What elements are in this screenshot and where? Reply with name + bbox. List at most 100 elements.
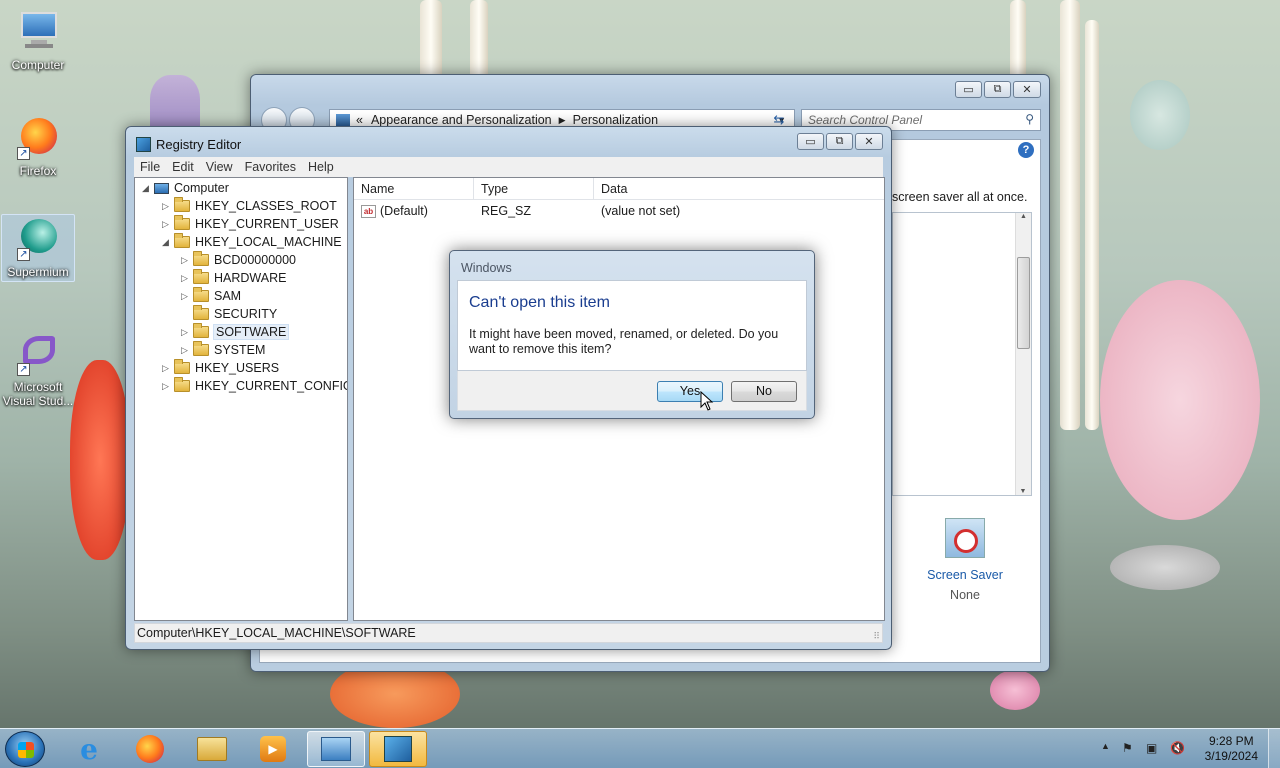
menu-favorites[interactable]: Favorites <box>239 160 302 174</box>
desktop-icon-visual-studio[interactable]: ↗ Microsoft Visual Stud... <box>1 330 75 408</box>
firefox-icon <box>136 735 164 763</box>
close-button[interactable]: ✕ <box>855 133 883 150</box>
taskbar-explorer[interactable] <box>183 731 241 767</box>
taskbar-media-player[interactable]: ▶ <box>244 731 302 767</box>
tree-node-hardware[interactable]: ▷ HARDWARE <box>180 269 286 287</box>
menu-help[interactable]: Help <box>302 160 340 174</box>
tree-node-computer[interactable]: ◢ Computer <box>141 179 229 197</box>
shortcut-arrow-icon: ↗ <box>17 363 30 376</box>
tree-label: SECURITY <box>214 307 278 321</box>
list-header: Name Type Data <box>354 178 884 200</box>
tree-node-security[interactable]: SECURITY <box>180 305 277 323</box>
breadcrumb-personalization[interactable]: Personalization <box>573 113 658 127</box>
taskbar: e ▶ ▲ ⚑ ▣ 🔇 9:28 PM 3/19/2024 <box>0 728 1280 768</box>
mouse-cursor-icon <box>700 391 714 411</box>
minimize-button[interactable]: ▭ <box>955 81 982 98</box>
desktop-icon-supermium[interactable]: ↗ Supermium <box>1 214 75 282</box>
scroll-down-icon[interactable]: ▼ <box>1016 488 1030 495</box>
tree-node-system[interactable]: ▷ SYSTEM <box>180 341 265 359</box>
expander-icon[interactable]: ▷ <box>161 219 170 230</box>
screen-saver-label[interactable]: Screen Saver <box>920 568 1010 582</box>
tree-label: Computer <box>174 181 229 195</box>
dialog-message: It might have been moved, renamed, or de… <box>469 327 779 356</box>
taskbar-firefox[interactable] <box>121 731 179 767</box>
menu-bar: File Edit View Favorites Help <box>134 157 883 177</box>
maximize-button[interactable]: ⧉ <box>826 133 853 150</box>
show-desktop-button[interactable] <box>1268 729 1280 768</box>
table-row[interactable]: ab (Default) REG_SZ (value not set) <box>354 200 884 222</box>
caption-buttons: ▭ ⧉ ✕ <box>795 133 883 150</box>
expander-icon[interactable]: ▷ <box>161 363 170 374</box>
expander-icon[interactable]: ◢ <box>141 183 150 194</box>
column-header-data[interactable]: Data <box>594 178 884 199</box>
search-icon: ⚲ <box>1025 112 1034 126</box>
registry-editor-icon <box>136 137 151 152</box>
column-header-name[interactable]: Name <box>354 178 474 199</box>
tree-node-hkcc[interactable]: ▷ HKEY_CURRENT_CONFIG <box>161 377 347 395</box>
shortcut-arrow-icon: ↗ <box>17 147 30 160</box>
tree-node-sam[interactable]: ▷ SAM <box>180 287 241 305</box>
taskbar-control-panel[interactable] <box>307 731 365 767</box>
help-icon[interactable]: ? <box>1018 142 1034 158</box>
folder-icon <box>197 737 227 761</box>
computer-icon <box>154 182 169 194</box>
column-header-type[interactable]: Type <box>474 178 594 199</box>
clock[interactable]: 9:28 PM 3/19/2024 <box>1205 734 1258 764</box>
tree-node-hku[interactable]: ▷ HKEY_USERS <box>161 359 279 377</box>
tree-node-hklm[interactable]: ◢ HKEY_LOCAL_MACHINE <box>161 233 342 251</box>
folder-icon <box>174 233 190 248</box>
close-button[interactable]: ✕ <box>1013 81 1041 98</box>
action-center-flag-icon[interactable]: ⚑ <box>1122 741 1133 755</box>
tree-label: HKEY_CLASSES_ROOT <box>195 199 337 213</box>
dialog-footer: Yes No <box>457 371 807 411</box>
error-dialog[interactable]: Windows Can't open this item It might ha… <box>449 250 815 419</box>
breadcrumb-appearance[interactable]: Appearance and Personalization <box>371 113 552 127</box>
taskbar-registry-editor[interactable] <box>369 731 427 767</box>
value-type: REG_SZ <box>481 204 532 218</box>
tree-label: HARDWARE <box>214 271 287 285</box>
search-placeholder: Search Control Panel <box>808 113 923 127</box>
expander-icon[interactable]: ▷ <box>180 327 189 338</box>
folder-icon <box>174 359 190 374</box>
taskbar-ie[interactable]: e <box>60 731 118 767</box>
show-hidden-icons-button[interactable]: ▲ <box>1101 741 1110 751</box>
resize-grip-icon[interactable]: ⠿ <box>873 631 880 642</box>
value-data: (value not set) <box>601 204 681 218</box>
desktop-icon-firefox[interactable]: ↗ Firefox <box>1 114 75 178</box>
tree-label: HKEY_USERS <box>195 361 280 375</box>
scroll-thumb[interactable] <box>1017 257 1030 349</box>
expander-icon[interactable]: ▷ <box>180 255 189 266</box>
tree-node-hkcr[interactable]: ▷ HKEY_CLASSES_ROOT <box>161 197 337 215</box>
scrollbar[interactable]: ▲ ▼ <box>1015 213 1031 495</box>
minimize-button[interactable]: ▭ <box>797 133 824 150</box>
menu-file[interactable]: File <box>134 160 166 174</box>
tree-node-software[interactable]: ▷ SOFTWARE <box>180 323 290 341</box>
folder-icon <box>193 251 209 266</box>
expander-icon[interactable]: ▷ <box>180 273 189 284</box>
status-bar: Computer\HKEY_LOCAL_MACHINE\SOFTWARE ⠿ <box>134 623 883 643</box>
shortcut-arrow-icon: ↗ <box>17 248 30 261</box>
clock-time: 9:28 PM <box>1208 734 1254 748</box>
start-button[interactable] <box>5 731 45 767</box>
volume-muted-icon[interactable]: 🔇 <box>1170 741 1185 755</box>
menu-view[interactable]: View <box>200 160 239 174</box>
menu-edit[interactable]: Edit <box>166 160 200 174</box>
tree-node-hkcu[interactable]: ▷ HKEY_CURRENT_USER <box>161 215 339 233</box>
registry-tree[interactable]: ◢ Computer ▷ HKEY_CLASSES_ROOT ▷ HKEY_CU… <box>134 177 348 621</box>
theme-list[interactable]: ▲ ▼ <box>892 212 1032 496</box>
tree-node-bcd[interactable]: ▷ BCD00000000 <box>180 251 296 269</box>
network-icon[interactable]: ▣ <box>1146 741 1157 755</box>
status-path: Computer\HKEY_LOCAL_MACHINE\SOFTWARE <box>137 626 416 640</box>
desktop-icon-computer[interactable]: Computer <box>1 8 75 72</box>
expander-icon[interactable]: ▷ <box>180 345 189 356</box>
screen-saver-item[interactable]: Screen Saver None <box>920 518 1010 602</box>
expander-icon[interactable]: ▷ <box>161 381 170 392</box>
desktop-icon-label: Microsoft Visual Stud... <box>2 380 74 408</box>
expander-icon[interactable]: ◢ <box>161 237 170 248</box>
expander-icon[interactable]: ▷ <box>161 201 170 212</box>
value-name-cell: ab (Default) <box>354 204 474 219</box>
no-button[interactable]: No <box>731 381 797 402</box>
expander-icon[interactable]: ▷ <box>180 291 189 302</box>
scroll-up-icon[interactable]: ▲ <box>1016 213 1031 220</box>
maximize-button[interactable]: ⧉ <box>984 81 1011 98</box>
